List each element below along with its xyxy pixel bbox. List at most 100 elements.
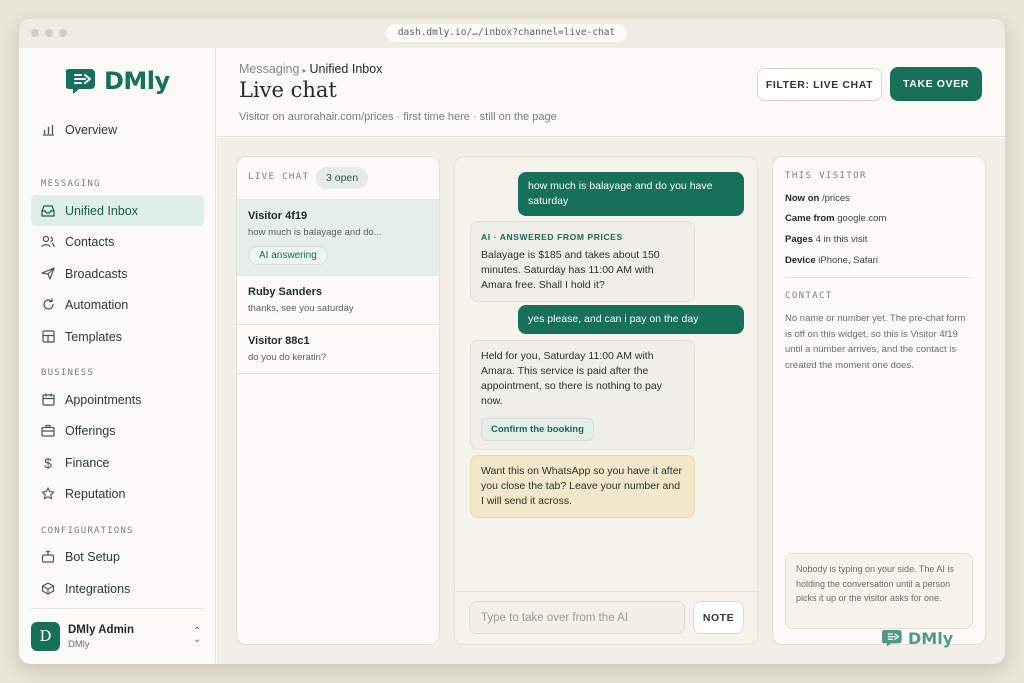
section-heading-configurations: CONFIGURATIONS: [41, 526, 134, 536]
contact-description: No name or number yet. The pre-chat form…: [785, 313, 966, 371]
cube-icon: [41, 582, 55, 596]
conversation-name: Visitor 4f19: [248, 210, 308, 222]
dmly-watermark-icon: [882, 630, 902, 647]
page-title: Live chat: [239, 78, 337, 102]
sidebar-item-label: Integrations: [65, 581, 131, 596]
address-bar[interactable]: dash.dmly.io/…/inbox?channel=live-chat: [386, 24, 627, 42]
sidebar-item-broadcasts[interactable]: Broadcasts: [31, 258, 204, 289]
ai-source-tag: AI · ANSWERED FROM PRICES: [481, 232, 623, 242]
visitor-device: Device iPhone, Safari: [785, 255, 878, 266]
sidebar-item-finance[interactable]: $ Finance: [31, 447, 204, 478]
filter-button[interactable]: FILTER: LIVE CHAT: [757, 68, 882, 101]
sidebar-item-label: Contacts: [65, 234, 115, 249]
ai-message: Held for you, Saturday 11:00 AM with Ama…: [470, 340, 695, 450]
chevron-up-down-icon[interactable]: ⌃ ⌄: [193, 627, 201, 645]
user-name: DMly Admin: [68, 624, 135, 636]
conversation-name: Visitor 88c1: [248, 335, 310, 347]
conversation-name: Ruby Sanders: [248, 286, 322, 298]
users-icon: [41, 235, 55, 249]
confirm-booking-button[interactable]: Confirm the booking: [481, 418, 594, 441]
dollar-icon: $: [44, 454, 52, 471]
ai-message-whatsapp-offer: Want this on WhatsApp so you have it aft…: [470, 455, 695, 518]
typing-status-note: Nobody is typing on your side. The AI is…: [785, 553, 973, 629]
breadcrumb-parent[interactable]: Messaging: [239, 62, 299, 76]
star-icon: [41, 487, 55, 501]
sidebar-item-label: Bot Setup: [65, 549, 120, 564]
breadcrumb-separator-icon: ▸: [302, 66, 307, 75]
sidebar-item-unified-inbox[interactable]: Unified Inbox: [31, 195, 204, 226]
sidebar-item-label: Broadcasts: [65, 266, 128, 281]
window-maximize-dot[interactable]: [59, 29, 67, 37]
app-window: dash.dmly.io/…/inbox?channel=live-chat D…: [19, 19, 1005, 664]
ai-message-text: Held for you, Saturday 11:00 AM with Ama…: [481, 350, 662, 407]
sidebar-item-reputation[interactable]: Reputation: [31, 478, 204, 509]
sidebar-item-label: Offerings: [65, 423, 116, 438]
open-count-badge: 3 open: [316, 167, 369, 189]
sidebar-item-label: Unified Inbox: [65, 203, 138, 218]
visitor-message: yes please, and can i pay on the day: [518, 305, 744, 334]
brand-logo[interactable]: DMly: [66, 65, 170, 97]
contact-heading: CONTACT: [785, 291, 833, 301]
conversation-preview: how much is balayage and do...: [248, 227, 382, 238]
note-button[interactable]: NOTE: [693, 601, 744, 634]
sidebar-item-label: Reputation: [65, 486, 126, 501]
page-header: Messaging ▸ Unified Inbox Live chat Visito…: [217, 48, 1005, 137]
composer-divider: [455, 591, 757, 592]
sidebar-item-label: Overview: [65, 122, 118, 137]
sidebar-item-label: Templates: [65, 329, 122, 344]
conversation-preview: do you do keratin?: [248, 352, 327, 363]
bot-icon: [41, 550, 55, 564]
bar-chart-icon: [41, 123, 55, 137]
visitor-heading: THIS VISITOR: [785, 171, 867, 181]
main-content: LIVE CHAT 3 open Visitor 4f19 how much i…: [217, 138, 1005, 664]
brand-name: DMly: [104, 67, 170, 95]
window-minimize-dot[interactable]: [45, 29, 53, 37]
list-heading: LIVE CHAT: [248, 172, 310, 182]
window-close-dot[interactable]: [31, 29, 39, 37]
visitor-pages: Pages 4 in this visit: [785, 234, 868, 245]
conversation-item-visitor-4f19[interactable]: Visitor 4f19 how much is balayage and do…: [237, 199, 439, 275]
sidebar-item-overview[interactable]: Overview: [31, 114, 204, 145]
conversation-preview: thanks, see you saturday: [248, 303, 354, 314]
sidebar-item-contacts[interactable]: Contacts: [31, 226, 204, 257]
visitor-came-from: Came from google.com: [785, 213, 887, 224]
visitor-message: how much is balayage and do you have sat…: [518, 172, 744, 216]
sidebar-item-offerings[interactable]: Offerings: [31, 415, 204, 446]
conversation-item-ruby-sanders[interactable]: Ruby Sanders thanks, see you saturday: [237, 275, 439, 324]
sidebar-item-integrations[interactable]: Integrations: [31, 573, 204, 604]
take-over-input[interactable]: [469, 601, 685, 634]
watermark-brand: DMly: [908, 628, 954, 648]
visitor-divider: [785, 277, 971, 278]
send-icon: [41, 267, 55, 281]
template-icon: [41, 330, 55, 344]
sidebar-item-label: Appointments: [65, 392, 142, 407]
dmly-logo-icon: [66, 69, 95, 94]
conversation-item-visitor-88c1[interactable]: Visitor 88c1 do you do keratin?: [237, 324, 439, 374]
sidebar-item-appointments[interactable]: Appointments: [31, 384, 204, 415]
take-over-button[interactable]: TAKE OVER: [890, 67, 982, 101]
ai-message-text: Balayage is $185 and takes about 150 min…: [481, 249, 660, 291]
ai-message: AI · ANSWERED FROM PRICES Balayage is $1…: [470, 221, 695, 302]
visitor-details-panel: THIS VISITOR Now on /prices Came from go…: [772, 156, 986, 645]
chat-thread-panel: how much is balayage and do you have sat…: [454, 156, 758, 645]
watermark-logo: DMly: [882, 628, 953, 648]
briefcase-icon: [41, 424, 55, 438]
sidebar-item-automation[interactable]: Automation: [31, 289, 204, 320]
sidebar-item-templates[interactable]: Templates: [31, 321, 204, 352]
avatar[interactable]: D: [31, 622, 60, 651]
sidebar: DMly Overview MESSAGING Unified Inbox Co…: [19, 48, 216, 664]
ai-answering-badge: AI answering: [248, 246, 328, 265]
sidebar-divider: [31, 608, 204, 609]
conversation-list-panel: LIVE CHAT 3 open Visitor 4f19 how much i…: [236, 156, 440, 645]
breadcrumb: Messaging ▸ Unified Inbox: [239, 62, 382, 76]
visitor-summary: Visitor on aurorahair.com/prices · first…: [239, 111, 557, 123]
sidebar-item-bot-setup[interactable]: Bot Setup: [31, 541, 204, 572]
user-workspace: DMly: [68, 639, 90, 650]
visitor-now-on: Now on /prices: [785, 193, 850, 204]
calendar-icon: [41, 393, 55, 407]
sidebar-item-label: Finance: [65, 455, 110, 470]
sidebar-item-label: Automation: [65, 297, 129, 312]
section-heading-business: BUSINESS: [41, 368, 94, 378]
refresh-icon: [41, 298, 55, 312]
inbox-icon: [41, 204, 55, 218]
